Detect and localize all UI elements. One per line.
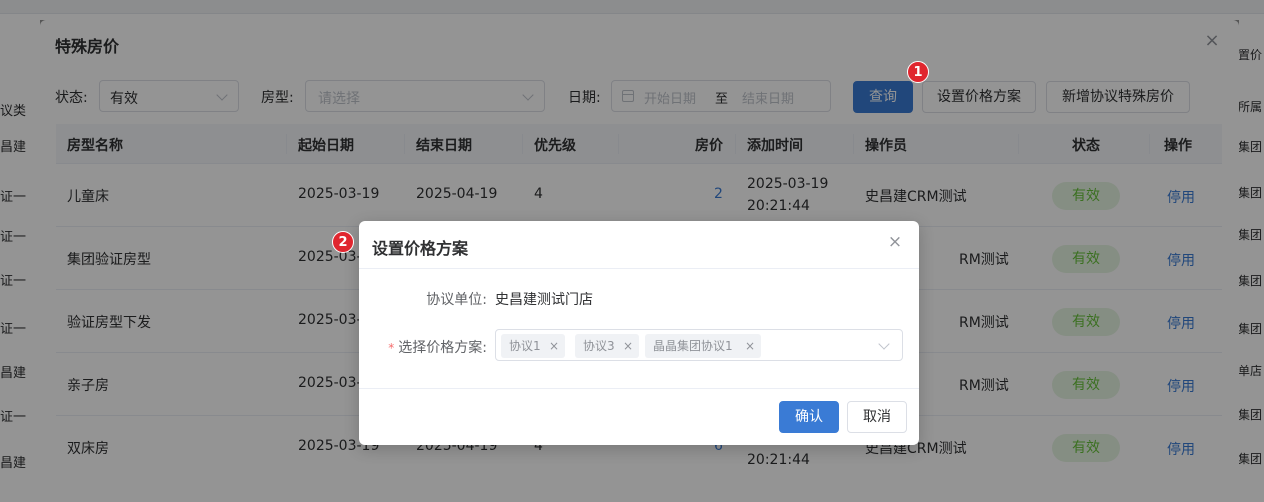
tag-close-icon[interactable]: × (623, 334, 633, 358)
step-badge-2: 2 (332, 231, 354, 253)
divider (359, 388, 919, 389)
selected-tag: 协议1 × (501, 334, 565, 358)
tag-close-icon[interactable]: × (745, 334, 755, 358)
chevron-down-icon (878, 338, 890, 350)
required-mark: * (388, 341, 395, 355)
tag-label: 晶晶集团协议1 (653, 339, 733, 353)
confirm-button[interactable]: 确认 (779, 401, 839, 433)
tag-label: 协议3 (583, 339, 615, 353)
unit-value: 史昌建测试门店 (495, 292, 593, 308)
unit-label: 协议单位: (426, 292, 487, 308)
cancel-button[interactable]: 取消 (847, 401, 907, 433)
price-plan-select[interactable]: 协议1 × 协议3 × 晶晶集团协议1 × (495, 329, 903, 361)
price-plan-label-text: 选择价格方案: (398, 340, 487, 356)
selected-tag: 晶晶集团协议1 × (645, 334, 761, 358)
price-plan-label: * 选择价格方案: (379, 337, 487, 357)
divider (359, 268, 919, 269)
step-badge-1: 1 (907, 61, 929, 83)
tag-close-icon[interactable]: × (549, 334, 559, 358)
close-icon[interactable]: × (887, 234, 903, 251)
selected-tag: 协议3 × (575, 334, 639, 358)
set-price-plan-dialog: 设置价格方案 × 协议单位: 史昌建测试门店 * 选择价格方案: 协议1 × 协议… (359, 221, 919, 445)
dialog-title: 设置价格方案 (372, 239, 469, 258)
tag-label: 协议1 (509, 339, 541, 353)
